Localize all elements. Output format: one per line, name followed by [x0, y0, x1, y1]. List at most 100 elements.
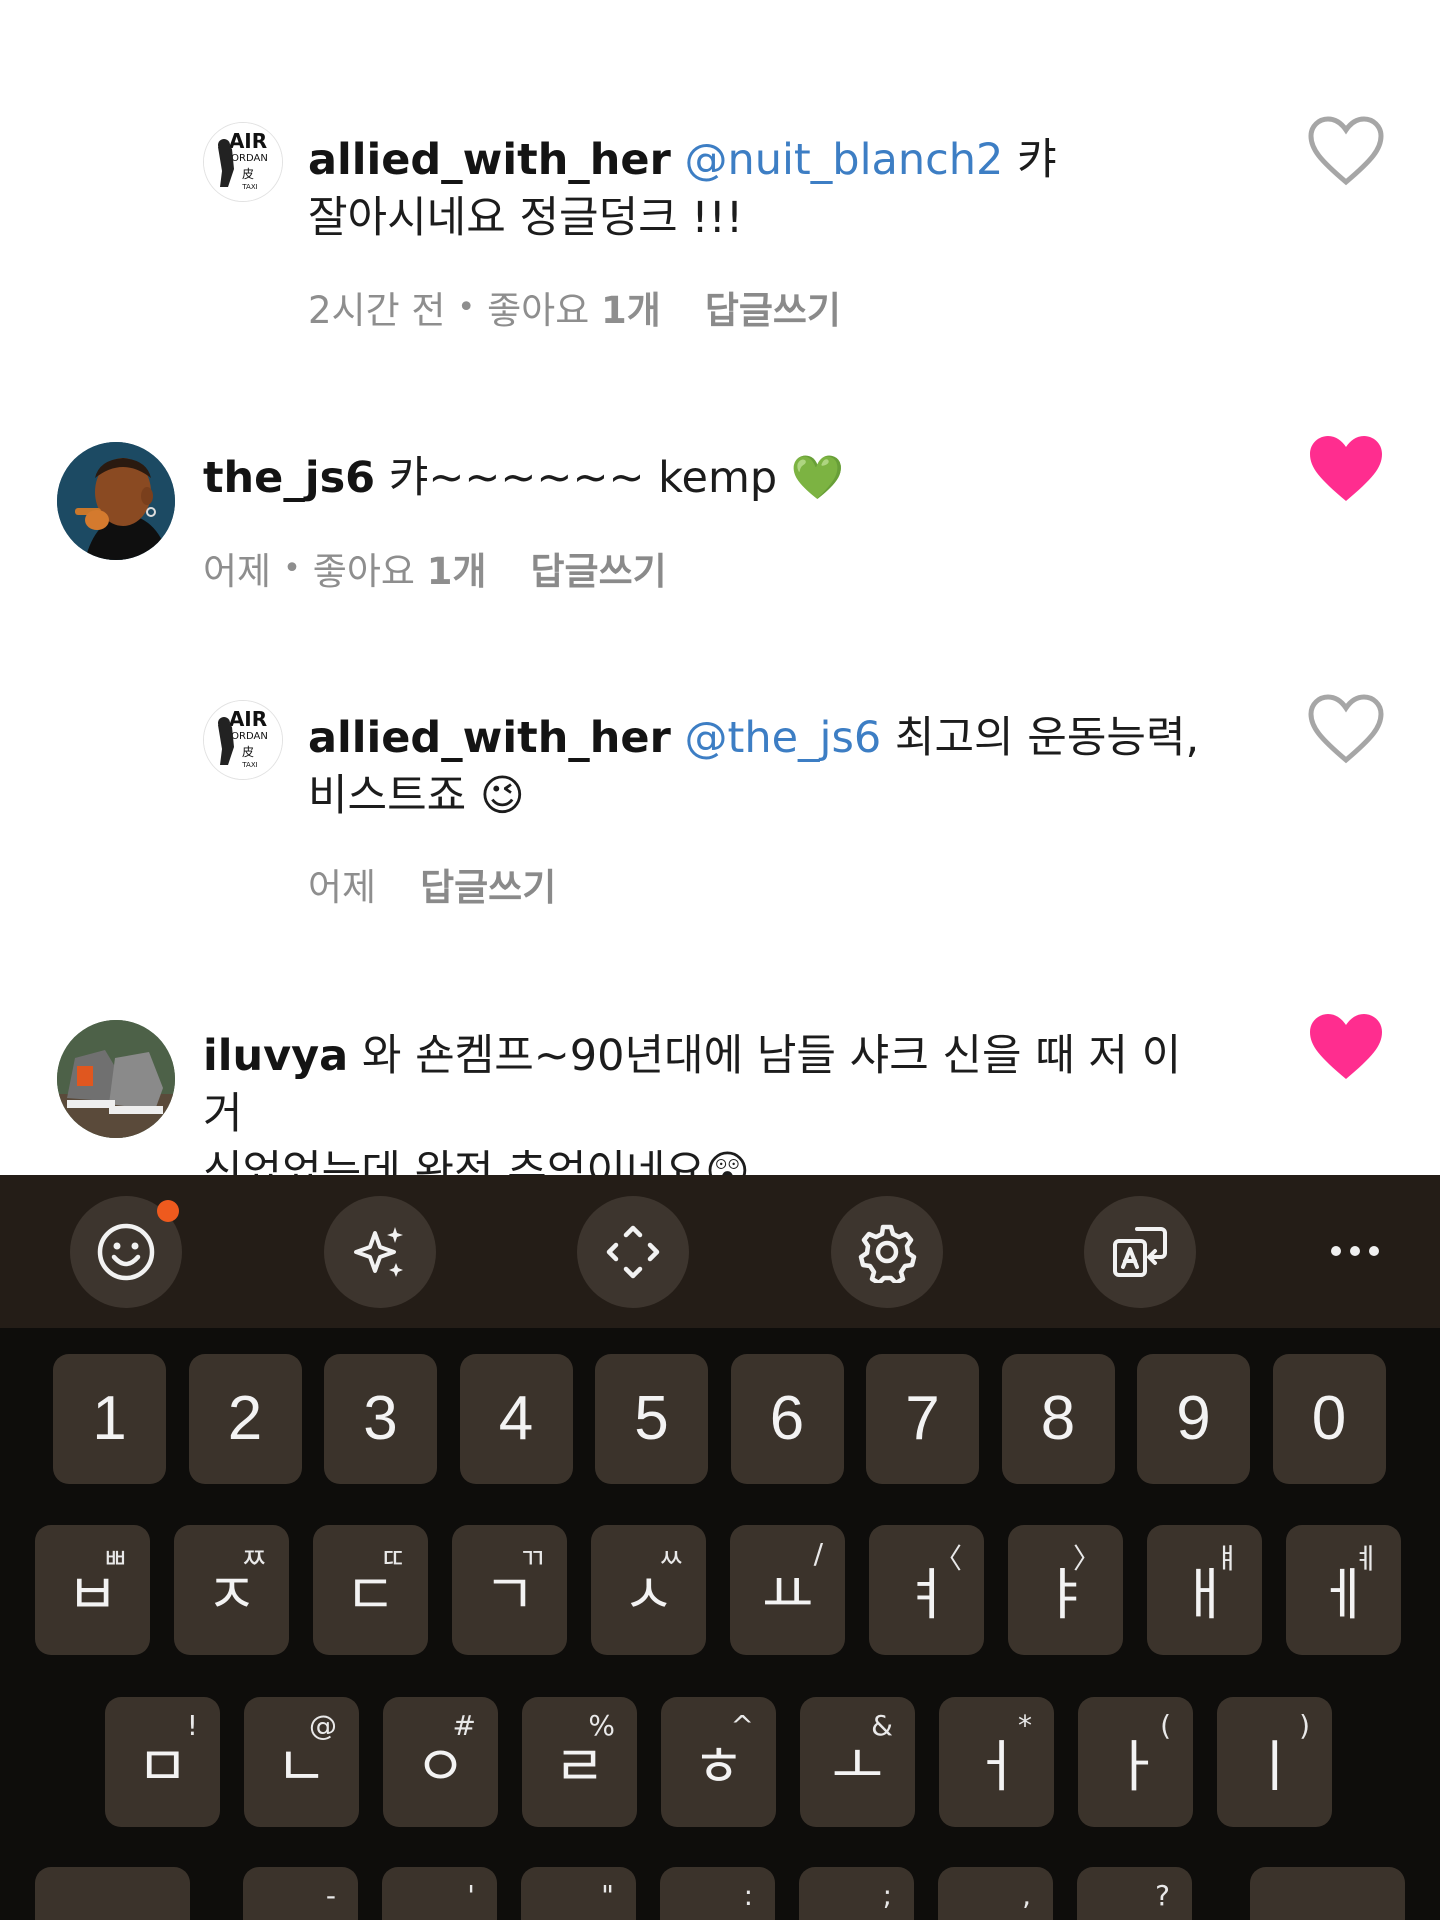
backspace-key[interactable] [1250, 1867, 1405, 1920]
shift-key[interactable] [35, 1867, 190, 1920]
key-label: ㅏ [1109, 1734, 1162, 1800]
more-icon-dot [1350, 1246, 1360, 1256]
key-hangul[interactable]: ㄷㄸ [313, 1525, 428, 1655]
key-hangul[interactable]: ㅅㅆ [591, 1525, 706, 1655]
key-5[interactable]: 5 [595, 1354, 708, 1484]
comment-username[interactable]: iluvya [203, 1031, 348, 1081]
key-hangul[interactable]: - [243, 1867, 358, 1920]
reply-button[interactable]: 답글쓰기 [705, 280, 841, 334]
key-alt-label: ㅒ [1214, 1542, 1240, 1575]
translate-button[interactable] [1084, 1196, 1196, 1308]
key-hangul[interactable]: ? [1077, 1867, 1192, 1920]
settings-button[interactable] [831, 1196, 943, 1308]
key-hangul[interactable]: ' [382, 1867, 497, 1920]
key-hangul[interactable]: ㅇ # [383, 1697, 498, 1827]
previous-comment-fragment [200, 0, 214, 21]
comment-likes[interactable]: 좋아요 1개 [313, 541, 487, 595]
comment-body-line2: 신었었는데 완전 추억이네요😲 [203, 1147, 750, 1175]
comment-text: allied_with_her @the_js6 최고의 운동능력, 비스트죠 … [308, 709, 1308, 825]
key-hangul[interactable]: ㅛ / [730, 1525, 845, 1655]
key-label: 2 [227, 1384, 263, 1453]
key-hangul[interactable]: ㅐㅒ [1147, 1525, 1262, 1655]
reply-button[interactable]: 답글쓰기 [530, 541, 666, 595]
key-hangul[interactable]: ㅁ! [105, 1697, 220, 1827]
separator-dot: • [283, 550, 301, 586]
key-hangul[interactable]: , [938, 1867, 1053, 1920]
svg-text:TAXI: TAXI [241, 761, 257, 769]
key-alt-label: @ [309, 1709, 337, 1742]
key-1[interactable]: 1 [53, 1354, 166, 1484]
comment-body-line2: 잘아시네요 정글덩크 !!! [308, 193, 744, 243]
key-hangul[interactable]: ㄹ% [522, 1697, 637, 1827]
comment-mention[interactable]: @nuit_blanch2 [684, 135, 1003, 185]
air-jordan-logo-icon: AIR JORDAN 皮 TAXI [204, 123, 282, 201]
comment-mention[interactable]: @the_js6 [684, 713, 881, 763]
key-hangul[interactable]: ㅂㅃ [35, 1525, 150, 1655]
separator-dot: • [457, 289, 476, 325]
key-hangul[interactable]: ㅣ) [1217, 1697, 1332, 1827]
user-portrait-icon [57, 442, 175, 560]
comment-meta: 2시간 전 • 좋아요 1개 답글쓰기 [308, 280, 841, 334]
comment-username[interactable]: the_js6 [203, 453, 375, 503]
key-hangul[interactable]: ㅎ ^ [661, 1697, 776, 1827]
key-4[interactable]: 4 [459, 1354, 573, 1484]
translate-icon [1113, 1227, 1167, 1277]
samsung-keyboard: 1 2 3 4 5 6 7 8 9 0 ㅂㅃㅈㅉㄷㄸㄱㄲㅅㅆㅛ / ㅕ〈ㅑ〉ㅐㅒㅔㅖㅁ! ㄴ @ ㅇ # ㄹ% ㅎ ^… [0, 1175, 1440, 1920]
key-hangul[interactable]: ㅑ〉 [1008, 1525, 1123, 1655]
key-hangul[interactable]: ㅈㅉ [174, 1525, 289, 1655]
key-8[interactable]: 8 [1001, 1354, 1115, 1484]
settings-gear-icon [858, 1224, 917, 1283]
avatar[interactable] [57, 442, 175, 560]
comment-username[interactable]: allied_with_her [308, 135, 671, 185]
key-2[interactable]: 2 [188, 1354, 302, 1484]
key-alt-label: # [452, 1709, 476, 1742]
key-label: 6 [769, 1384, 805, 1453]
key-hangul[interactable]: ㅓ * [939, 1697, 1054, 1827]
like-heart-icon[interactable] [1308, 694, 1384, 764]
liked-heart-icon[interactable] [1308, 1012, 1384, 1082]
liked-heart-icon[interactable] [1308, 434, 1384, 504]
key-hangul[interactable]: ㅕ〈 [869, 1525, 984, 1655]
avatar[interactable] [57, 1020, 175, 1138]
key-hangul[interactable]: " [521, 1867, 636, 1920]
key-3[interactable]: 3 [324, 1354, 437, 1484]
avatar[interactable]: AIR JORDAN 皮 TAXI [203, 122, 283, 202]
key-9[interactable]: 9 [1137, 1354, 1250, 1484]
sneaker-photo-icon [57, 1020, 175, 1138]
key-alt-label: * [1018, 1709, 1032, 1742]
key-alt-label: ㄸ [380, 1542, 406, 1575]
key-hangul[interactable]: ㄴ @ [244, 1697, 359, 1827]
more-icon-dot [1369, 1246, 1379, 1256]
key-alt-label: 〈 [933, 1542, 962, 1575]
key-0[interactable]: 0 [1272, 1354, 1386, 1484]
key-hangul[interactable]: ; [799, 1867, 914, 1920]
comment-time: 2시간 전 [308, 289, 446, 332]
reply-button[interactable]: 답글쓰기 [420, 857, 556, 911]
like-heart-icon[interactable] [1308, 116, 1384, 186]
cursor-control-button[interactable] [577, 1196, 689, 1308]
key-7[interactable]: 7 [866, 1354, 979, 1484]
key-alt-label: ㄲ [519, 1542, 545, 1575]
air-jordan-logo-icon: AIR JORDAN 皮 TAXI [204, 701, 282, 779]
key-alt-label: 〉 [1072, 1542, 1101, 1575]
key-alt-label: ! [186, 1709, 198, 1742]
key-hangul[interactable]: : [660, 1867, 775, 1920]
key-alt-label: & [871, 1709, 893, 1742]
key-hangul[interactable]: ㅗ & [800, 1697, 915, 1827]
ai-tools-button[interactable] [324, 1196, 436, 1308]
key-hangul[interactable]: ㄱㄲ [452, 1525, 567, 1655]
key-hangul[interactable]: ㅔㅖ [1286, 1525, 1401, 1655]
key-label: 7 [905, 1384, 940, 1453]
key-alt-label: % [588, 1709, 615, 1742]
more-options-button[interactable] [1320, 1211, 1390, 1291]
key-alt-label: ; [882, 1879, 892, 1912]
key-6[interactable]: 6 [730, 1354, 844, 1484]
key-hangul[interactable]: ㅏ( [1078, 1697, 1193, 1827]
comment-likes[interactable]: 좋아요 1개 [487, 280, 661, 334]
comment-time: 어제 [203, 550, 272, 593]
key-label: 9 [1176, 1384, 1211, 1453]
svg-text:AIR: AIR [229, 707, 267, 731]
key-alt-label: : [743, 1879, 753, 1912]
comment-username[interactable]: allied_with_her [308, 713, 671, 763]
avatar[interactable]: AIR JORDAN 皮 TAXI [203, 700, 283, 780]
